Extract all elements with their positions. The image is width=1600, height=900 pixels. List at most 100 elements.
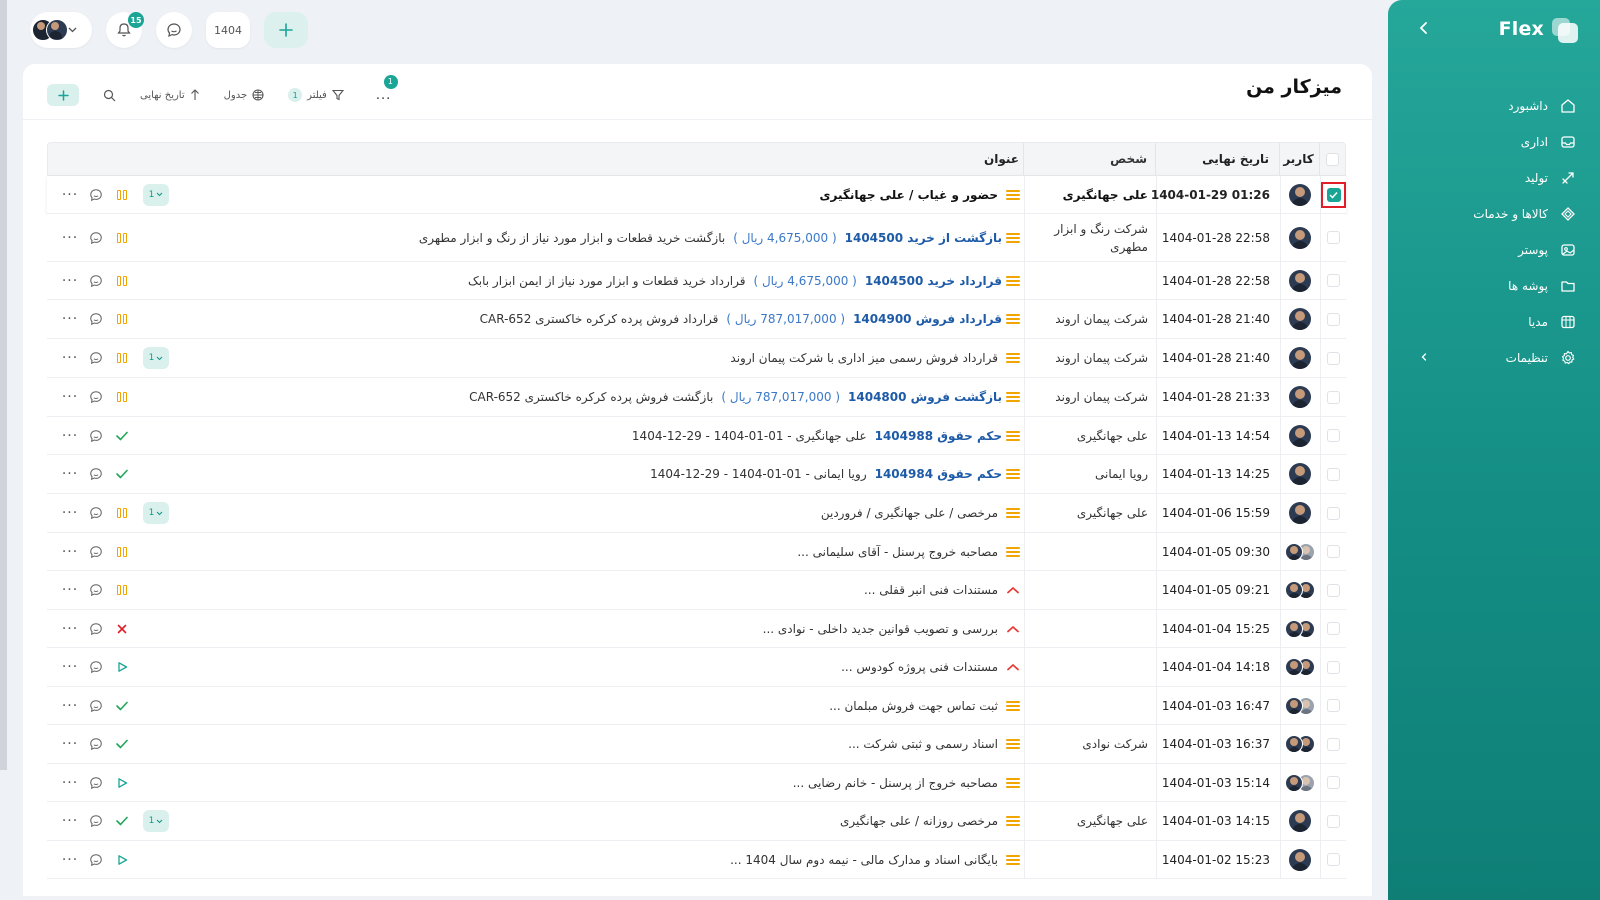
row-status-button[interactable]	[109, 469, 135, 479]
table-row[interactable]: 1404-01-04 15:25 بررسی و تصویب قوانین جدی…	[47, 610, 1346, 648]
person-name[interactable]: علی جهانگیری	[1024, 417, 1156, 454]
row-comments-button[interactable]	[83, 188, 109, 202]
table-row[interactable]: 1404-01-04 14:18 مستندات فنی پروژه کودوس …	[47, 648, 1346, 687]
person-name[interactable]: علی جهانگیری	[1024, 494, 1156, 532]
task-title[interactable]: مستندات فنی انبر قفلی ...	[864, 583, 998, 597]
row-more-button[interactable]: ···	[57, 230, 83, 246]
task-title[interactable]: بازگشت فروش پرده کرکره خاکستری CAR-652	[469, 390, 713, 404]
person-name[interactable]: رویا ایمانی	[1024, 455, 1156, 493]
row-more-button[interactable]: ···	[57, 775, 83, 791]
row-comments-button[interactable]	[83, 231, 109, 245]
task-title[interactable]: مرخصی / علی جهانگیری / فروردین	[821, 506, 998, 520]
row-status-button[interactable]	[109, 314, 135, 324]
task-title[interactable]: قرارداد فروش پرده کرکره خاکستری CAR-652	[480, 312, 719, 326]
add-item-button[interactable]	[47, 84, 79, 106]
row-checkbox[interactable]	[1327, 853, 1340, 866]
row-more-button[interactable]: ···	[57, 350, 83, 366]
row-checkbox[interactable]	[1327, 390, 1340, 404]
table-row[interactable]: 1404-01-03 16:37 شرکت نوادی اسناد رسمی و ث…	[47, 725, 1346, 764]
person-name[interactable]: شرکت نوادی	[1024, 725, 1156, 763]
row-checkbox[interactable]	[1327, 737, 1340, 751]
row-status-button[interactable]	[109, 189, 135, 200]
row-status-button[interactable]	[109, 624, 135, 634]
row-comments-button[interactable]	[83, 545, 109, 559]
header-person[interactable]: شخص	[1023, 143, 1155, 175]
document-link[interactable]: بازگشت از خرید 1404500	[845, 231, 1002, 245]
person-name[interactable]: علی جهانگیری	[1024, 802, 1156, 840]
person-name[interactable]: علی جهانگیری	[1024, 176, 1156, 213]
row-comments-button[interactable]	[83, 622, 109, 636]
row-comments-button[interactable]	[83, 699, 109, 713]
row-checkbox[interactable]	[1327, 429, 1340, 442]
row-comments-button[interactable]	[83, 853, 109, 867]
row-checkbox[interactable]	[1327, 776, 1340, 789]
person-name[interactable]	[1024, 687, 1156, 724]
sidebar-item-5[interactable]: پوشه ها	[1388, 268, 1600, 304]
row-checkbox[interactable]	[1327, 660, 1340, 674]
row-more-button[interactable]: ···	[57, 466, 83, 482]
horizontal-scrollbar[interactable]	[23, 896, 1372, 900]
table-row[interactable]: 1404-01-03 16:47 ثبت تماس جهت فروش مبلمان…	[47, 687, 1346, 725]
sidebar-item-0[interactable]: داشبورد	[1388, 88, 1600, 124]
task-title[interactable]: مصاحبه خروج از پرسنل - خانم رضایی ...	[793, 776, 998, 790]
row-comments-button[interactable]	[83, 737, 109, 751]
row-comments-button[interactable]	[83, 467, 109, 481]
person-name[interactable]	[1024, 764, 1156, 801]
sidebar-item-7[interactable]: تنظیمات	[1388, 340, 1600, 376]
row-more-button[interactable]: ···	[57, 698, 83, 714]
subtask-count-button[interactable]: 1	[143, 810, 169, 832]
row-status-button[interactable]	[109, 701, 135, 711]
view-mode-button[interactable]: جدول	[224, 89, 265, 101]
row-more-button[interactable]: ···	[57, 544, 83, 560]
row-more-button[interactable]: ···	[57, 659, 83, 675]
row-more-button[interactable]: ···	[57, 736, 83, 752]
table-row[interactable]: 1404-01-13 14:25 رویا ایمانی حکم حقوق 1404…	[47, 455, 1346, 494]
task-title[interactable]: ثبت تماس جهت فروش مبلمان ...	[829, 699, 998, 713]
sidebar-item-6[interactable]: مدیا	[1388, 304, 1600, 340]
sidebar-item-3[interactable]: کالاها و خدمات	[1388, 196, 1600, 232]
subtask-count-button[interactable]: 1	[143, 502, 169, 524]
header-title[interactable]: عنوان	[208, 152, 1023, 166]
table-row[interactable]: 1404-01-13 14:54 علی جهانگیری حکم حقوق 140…	[47, 417, 1346, 455]
page-scrollbar[interactable]	[0, 0, 7, 770]
table-row[interactable]: 1404-01-29 01:26 علی جهانگیری حضور و غیاب …	[47, 176, 1346, 214]
task-title[interactable]: مستندات فنی پروژه کودوس ...	[841, 660, 998, 674]
task-title[interactable]: اسناد رسمی و ثبتی شرکت ...	[848, 737, 998, 751]
row-checkbox[interactable]	[1327, 545, 1340, 558]
table-row[interactable]: 1404-01-03 14:15 علی جهانگیری مرخصی روزانه…	[47, 802, 1346, 841]
task-title[interactable]: قرارداد فروش رسمی میز اداری با شرکت پیما…	[730, 351, 998, 365]
notifications-button[interactable]: 15	[106, 12, 144, 48]
task-title[interactable]: مرخصی روزانه / علی جهانگیری	[840, 814, 998, 828]
row-more-button[interactable]: ···	[57, 852, 83, 868]
table-row[interactable]: 1404-01-28 21:40 شرکت پیمان اروند قرارداد …	[47, 300, 1346, 339]
person-name[interactable]	[1024, 262, 1156, 299]
row-more-button[interactable]: ···	[57, 273, 83, 289]
person-name[interactable]: شرکت پیمان اروند	[1024, 339, 1156, 377]
header-user[interactable]: کاربر	[1279, 143, 1319, 175]
row-checkbox[interactable]	[1327, 583, 1340, 597]
subtask-count-button[interactable]: 1	[143, 347, 169, 369]
more-options-button[interactable]: ... 1	[376, 74, 398, 103]
row-comments-button[interactable]	[83, 390, 109, 404]
row-status-button[interactable]	[109, 777, 135, 789]
person-name[interactable]	[1024, 571, 1156, 609]
row-checkbox[interactable]	[1326, 187, 1341, 202]
quick-add-button[interactable]	[264, 12, 308, 48]
sidebar-item-2[interactable]: تولید	[1388, 160, 1600, 196]
row-comments-button[interactable]	[83, 274, 109, 288]
year-selector[interactable]: 1404	[206, 12, 250, 48]
row-checkbox[interactable]	[1327, 699, 1340, 712]
table-row[interactable]: 1404-01-28 21:40 شرکت پیمان اروند قرارداد …	[47, 339, 1346, 378]
row-comments-button[interactable]	[83, 583, 109, 597]
row-status-button[interactable]	[109, 232, 135, 243]
person-name[interactable]	[1024, 610, 1156, 647]
person-name[interactable]: شرکت پیمان اروند	[1024, 300, 1156, 338]
row-checkbox[interactable]	[1327, 274, 1340, 287]
profile-menu-button[interactable]	[30, 12, 92, 48]
row-status-button[interactable]	[109, 353, 135, 363]
table-row[interactable]: 1404-01-28 21:33 شرکت پیمان اروند بازگشت ف…	[47, 378, 1346, 417]
row-comments-button[interactable]	[83, 660, 109, 674]
sidebar-item-4[interactable]: پوستر	[1388, 232, 1600, 268]
document-link[interactable]: قرارداد خرید 1404500	[865, 274, 1002, 288]
row-comments-button[interactable]	[83, 312, 109, 326]
